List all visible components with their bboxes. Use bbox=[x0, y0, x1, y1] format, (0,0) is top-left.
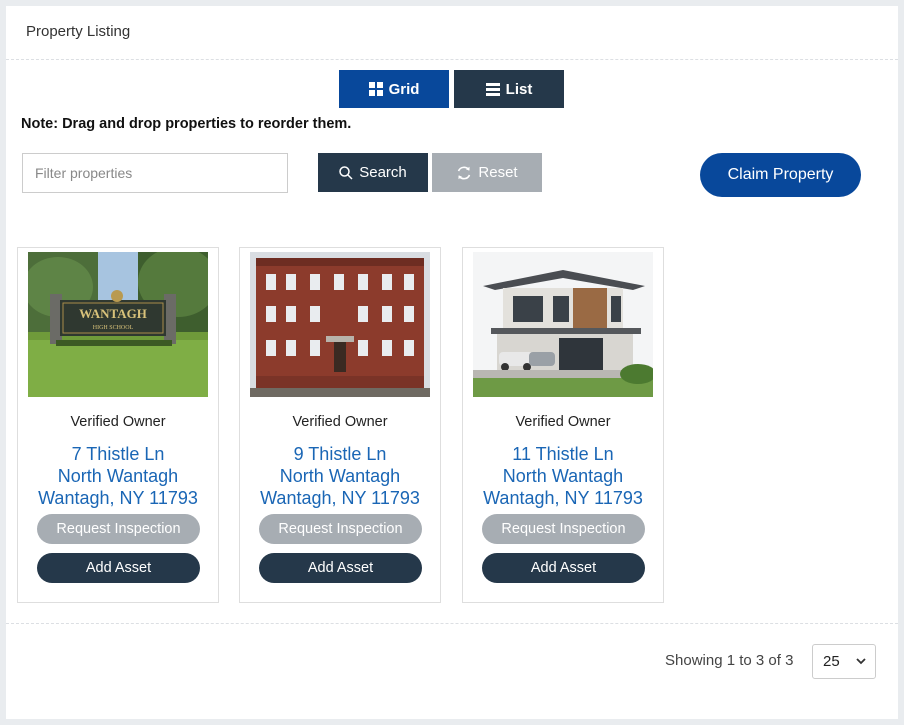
refresh-icon bbox=[458, 166, 471, 179]
sign-text: WANTAGH bbox=[79, 306, 147, 321]
list-icon bbox=[485, 82, 500, 96]
address-city: Wantagh, NY 11793 bbox=[38, 488, 198, 508]
address-area: North Wantagh bbox=[502, 466, 624, 486]
property-photo bbox=[250, 252, 430, 397]
add-asset-button[interactable]: Add Asset bbox=[482, 553, 645, 583]
pagination-summary: Showing 1 to 3 of 3 bbox=[665, 652, 794, 669]
property-card[interactable]: Verified Owner 9 Thistle Ln North Wantag… bbox=[239, 247, 441, 603]
property-listing-panel: Property Listing Grid List Note: Drag an… bbox=[6, 6, 898, 719]
chevron-down-icon bbox=[856, 658, 866, 665]
property-address-link[interactable]: 9 Thistle Ln North Wantagh Wantagh, NY 1… bbox=[240, 443, 440, 509]
sign-subtext: HIGH SCHOOL bbox=[93, 325, 134, 331]
property-photo: WANTAGH HIGH SCHOOL bbox=[28, 252, 208, 397]
reset-button[interactable]: Reset bbox=[432, 153, 542, 192]
owner-status: Verified Owner bbox=[292, 414, 388, 430]
reset-label: Reset bbox=[478, 164, 518, 181]
address-area: North Wantagh bbox=[279, 466, 401, 486]
request-inspection-button[interactable]: Request Inspection bbox=[482, 514, 645, 544]
page-size-select[interactable]: 25 bbox=[812, 644, 876, 679]
reorder-note: Note: Drag and drop properties to reorde… bbox=[21, 116, 352, 132]
request-inspection-button[interactable]: Request Inspection bbox=[37, 514, 200, 544]
owner-status: Verified Owner bbox=[70, 414, 166, 430]
list-view-button[interactable]: List bbox=[454, 70, 564, 108]
request-inspection-button[interactable]: Request Inspection bbox=[259, 514, 422, 544]
search-button[interactable]: Search bbox=[318, 153, 428, 192]
property-card[interactable]: Verified Owner 11 Thistle Ln North Wanta… bbox=[462, 247, 664, 603]
address-city: Wantagh, NY 11793 bbox=[260, 488, 420, 508]
search-icon bbox=[339, 165, 353, 180]
grid-icon bbox=[368, 82, 383, 96]
claim-property-button[interactable]: Claim Property bbox=[700, 153, 861, 197]
list-view-label: List bbox=[505, 80, 533, 98]
address-street: 9 Thistle Ln bbox=[293, 444, 387, 464]
grid-view-button[interactable]: Grid bbox=[339, 70, 449, 108]
owner-status: Verified Owner bbox=[515, 414, 611, 430]
property-card[interactable]: WANTAGH HIGH SCHOOL Verified Owner 7 Thi… bbox=[17, 247, 219, 603]
header-divider bbox=[6, 59, 898, 60]
address-area: North Wantagh bbox=[57, 466, 179, 486]
filter-input[interactable] bbox=[22, 153, 288, 193]
grid-view-label: Grid bbox=[388, 80, 420, 98]
property-address-link[interactable]: 7 Thistle Ln North Wantagh Wantagh, NY 1… bbox=[18, 443, 218, 509]
address-street: 7 Thistle Ln bbox=[71, 444, 165, 464]
address-city: Wantagh, NY 11793 bbox=[483, 488, 643, 508]
search-label: Search bbox=[359, 164, 407, 181]
footer-divider bbox=[6, 623, 898, 624]
panel-title: Property Listing bbox=[26, 23, 131, 40]
property-address-link[interactable]: 11 Thistle Ln North Wantagh Wantagh, NY … bbox=[463, 443, 663, 509]
address-street: 11 Thistle Ln bbox=[512, 444, 614, 464]
add-asset-button[interactable]: Add Asset bbox=[37, 553, 200, 583]
property-photo bbox=[473, 252, 653, 397]
page-size-value: 25 bbox=[823, 653, 840, 670]
add-asset-button[interactable]: Add Asset bbox=[259, 553, 422, 583]
